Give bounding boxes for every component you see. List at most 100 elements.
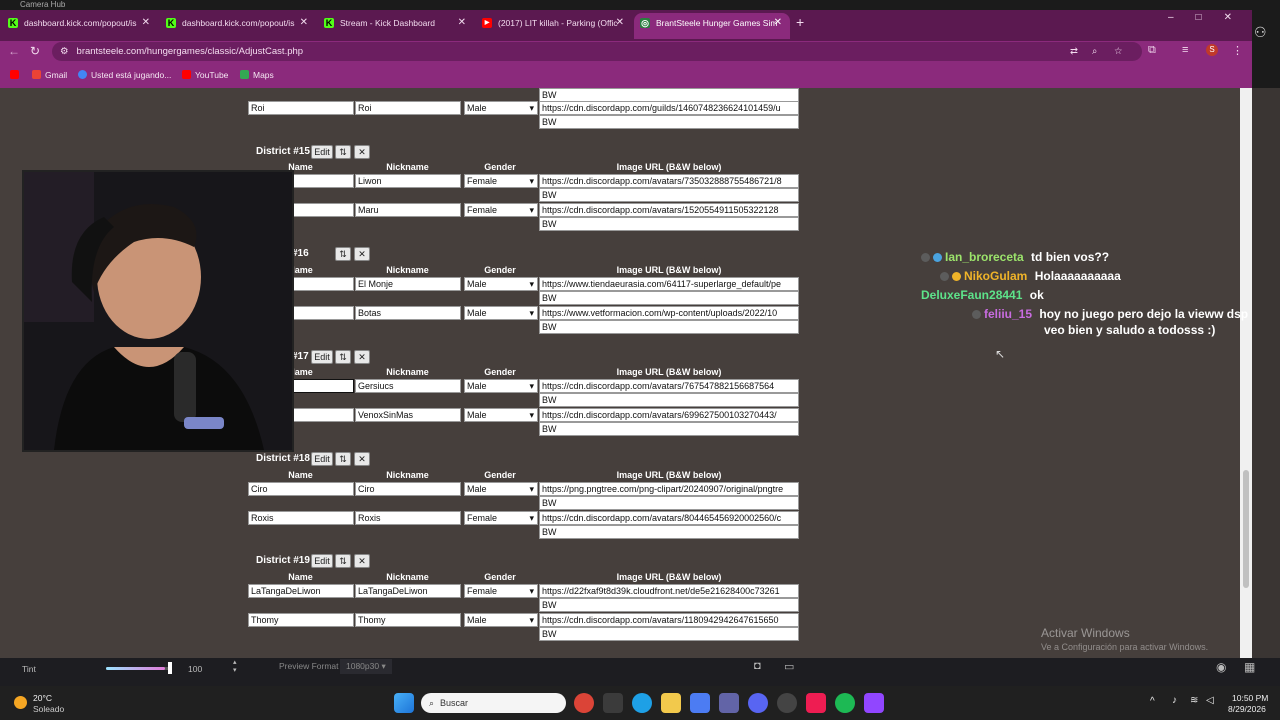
remove-icon[interactable]: ✕ <box>354 145 370 159</box>
tint-slider-handle[interactable] <box>168 662 172 674</box>
chevron-up-icon[interactable]: ^ <box>1150 696 1155 707</box>
gender-select[interactable]: Female <box>464 584 538 598</box>
image-url-input[interactable]: https://d22fxaf9t8d39k.cloudfront.net/de… <box>539 584 799 598</box>
nickname-input[interactable]: VenoxSinMas <box>355 408 461 422</box>
image-url-input[interactable]: https://png.pngtree.com/png-clipart/2024… <box>539 482 799 496</box>
sort-icon[interactable]: ⇅ <box>335 247 351 261</box>
tint-slider[interactable] <box>106 667 172 670</box>
back-icon[interactable]: ← <box>8 44 20 58</box>
address-bar[interactable]: ⚙ brantsteele.com/hungergames/classic/Adj… <box>52 42 1142 61</box>
weather-icon[interactable] <box>14 696 27 709</box>
browser-tab[interactable]: Kdashboard.kick.com/popout/is ✕ <box>2 13 158 39</box>
edge-icon[interactable] <box>632 693 652 713</box>
gender-select[interactable]: Male <box>464 613 538 627</box>
gender-select[interactable]: Male <box>464 408 538 422</box>
preview-format-select[interactable]: 1080p30 ▾ <box>340 659 392 674</box>
folder-icon[interactable]: ▭ <box>784 660 794 673</box>
translate-icon[interactable]: ⇄ <box>1070 42 1078 61</box>
grid-icon[interactable]: ▦ <box>1244 660 1255 674</box>
close-icon[interactable]: ✕ <box>300 13 308 33</box>
gender-select[interactable]: Male <box>464 482 538 496</box>
window-controls[interactable]: –□✕ <box>1168 12 1254 23</box>
zoom-icon[interactable]: ⌕ <box>1092 42 1097 61</box>
browser-tab[interactable]: Kdashboard.kick.com/popout/is ✕ <box>160 13 316 39</box>
menu-icon[interactable]: ⋮ <box>1232 44 1243 57</box>
remove-icon[interactable]: ✕ <box>354 554 370 568</box>
camera-hub-icon[interactable] <box>690 693 710 713</box>
camera-icon[interactable]: ◘ <box>754 660 761 672</box>
name-input[interactable]: Roxis <box>248 511 354 525</box>
edit-button[interactable]: Edit <box>311 452 333 466</box>
close-icon[interactable]: ✕ <box>142 13 150 33</box>
media-icon[interactable]: ≡ <box>1182 44 1188 56</box>
volume-icon[interactable]: ◁ <box>1206 695 1214 706</box>
remove-icon[interactable]: ✕ <box>354 350 370 364</box>
gender-select[interactable]: Female <box>464 511 538 525</box>
gender-select[interactable]: Female <box>464 174 538 188</box>
bookmark-gmail[interactable]: Gmail <box>32 70 67 81</box>
site-info-icon[interactable]: ⚙ <box>60 46 69 57</box>
sort-icon[interactable]: ⇅ <box>335 145 351 159</box>
close-icon[interactable]: ✕ <box>774 13 782 33</box>
start-icon[interactable] <box>394 693 414 713</box>
nickname-input[interactable]: Roi <box>355 101 461 115</box>
remove-icon[interactable]: ✕ <box>354 247 370 261</box>
gender-select[interactable]: Male <box>464 379 538 393</box>
tint-value[interactable]: 100 <box>188 664 202 674</box>
name-input[interactable]: Thomy <box>248 613 354 627</box>
nickname-input[interactable]: Roxis <box>355 511 461 525</box>
image-url-input[interactable]: https://cdn.discordapp.com/avatars/15205… <box>539 203 799 217</box>
nickname-input[interactable]: Liwon <box>355 174 461 188</box>
clock-date[interactable]: 8/29/2026 <box>1228 704 1266 714</box>
microphone-icon[interactable]: ♪ <box>1172 695 1177 706</box>
extensions-icon[interactable]: ⧉ <box>1148 44 1156 57</box>
eye-icon[interactable]: ◉ <box>1216 660 1226 674</box>
image-url-input[interactable]: https://cdn.discordapp.com/avatars/73503… <box>539 174 799 188</box>
sort-icon[interactable]: ⇅ <box>335 350 351 364</box>
close-icon[interactable]: ✕ <box>616 13 624 33</box>
bookmark-youtube-icon[interactable] <box>10 70 23 81</box>
wifi-icon[interactable]: ≋ <box>1190 695 1198 706</box>
nickname-input[interactable]: El Monje <box>355 277 461 291</box>
bookmark-star-icon[interactable]: ☆ <box>1114 42 1123 61</box>
image-url-input[interactable]: https://cdn.discordapp.com/avatars/69962… <box>539 408 799 422</box>
nickname-input[interactable]: LaTangaDeLiwon <box>355 584 461 598</box>
image-url-input[interactable]: https://cdn.discordapp.com/avatars/11809… <box>539 613 799 627</box>
browser-tab[interactable]: K Stream - Kick Dashboard ✕ <box>318 13 474 39</box>
discord-icon[interactable] <box>748 693 768 713</box>
tiktok-icon[interactable] <box>806 693 826 713</box>
gender-select[interactable]: Male <box>464 306 538 320</box>
reload-icon[interactable]: ↻ <box>30 44 40 58</box>
bookmark-game[interactable]: Usted está jugando... <box>78 70 171 81</box>
edit-button[interactable]: Edit <box>311 554 333 568</box>
nickname-input[interactable]: Botas <box>355 306 461 320</box>
gender-select[interactable]: Female <box>464 203 538 217</box>
teams-icon[interactable] <box>719 693 739 713</box>
close-icon[interactable]: ✕ <box>458 13 466 33</box>
stepper-icon[interactable]: ▴ ▾ <box>233 658 237 674</box>
clock-time[interactable]: 10:50 PM <box>1232 693 1268 703</box>
nickname-input[interactable]: Gersiucs <box>355 379 461 393</box>
scrollbar-thumb[interactable] <box>1243 470 1249 588</box>
nickname-input[interactable]: Thomy <box>355 613 461 627</box>
sort-icon[interactable]: ⇅ <box>335 452 351 466</box>
chrome-icon[interactable] <box>574 693 594 713</box>
spotify-icon[interactable] <box>835 693 855 713</box>
edit-button[interactable]: Edit <box>311 145 333 159</box>
name-input[interactable]: LaTangaDeLiwon <box>248 584 354 598</box>
bookmark-youtube[interactable]: YouTube <box>182 70 228 81</box>
nickname-input[interactable]: Ciro <box>355 482 461 496</box>
browser-tab[interactable]: ▶ (2017) LIT killah - Parking (Offic ✕ <box>476 13 632 39</box>
browser-tab-active[interactable]: ◎ BrantSteele Hunger Games Sim ✕ <box>634 13 790 39</box>
gender-select[interactable]: Male <box>464 101 538 115</box>
avatar[interactable]: S <box>1206 44 1218 56</box>
profile-icon[interactable]: ⚇ <box>1254 24 1267 41</box>
edit-button[interactable]: Edit <box>311 350 333 364</box>
image-url-input[interactable]: https://cdn.discordapp.com/guilds/146074… <box>539 101 799 115</box>
image-url-input[interactable]: https://www.tiendaeurasia.com/64117-supe… <box>539 277 799 291</box>
new-tab-icon[interactable]: + <box>796 14 804 30</box>
remove-icon[interactable]: ✕ <box>354 452 370 466</box>
image-url-input[interactable]: https://www.vetformacion.com/wp-content/… <box>539 306 799 320</box>
nickname-input[interactable]: Maru <box>355 203 461 217</box>
sort-icon[interactable]: ⇅ <box>335 554 351 568</box>
